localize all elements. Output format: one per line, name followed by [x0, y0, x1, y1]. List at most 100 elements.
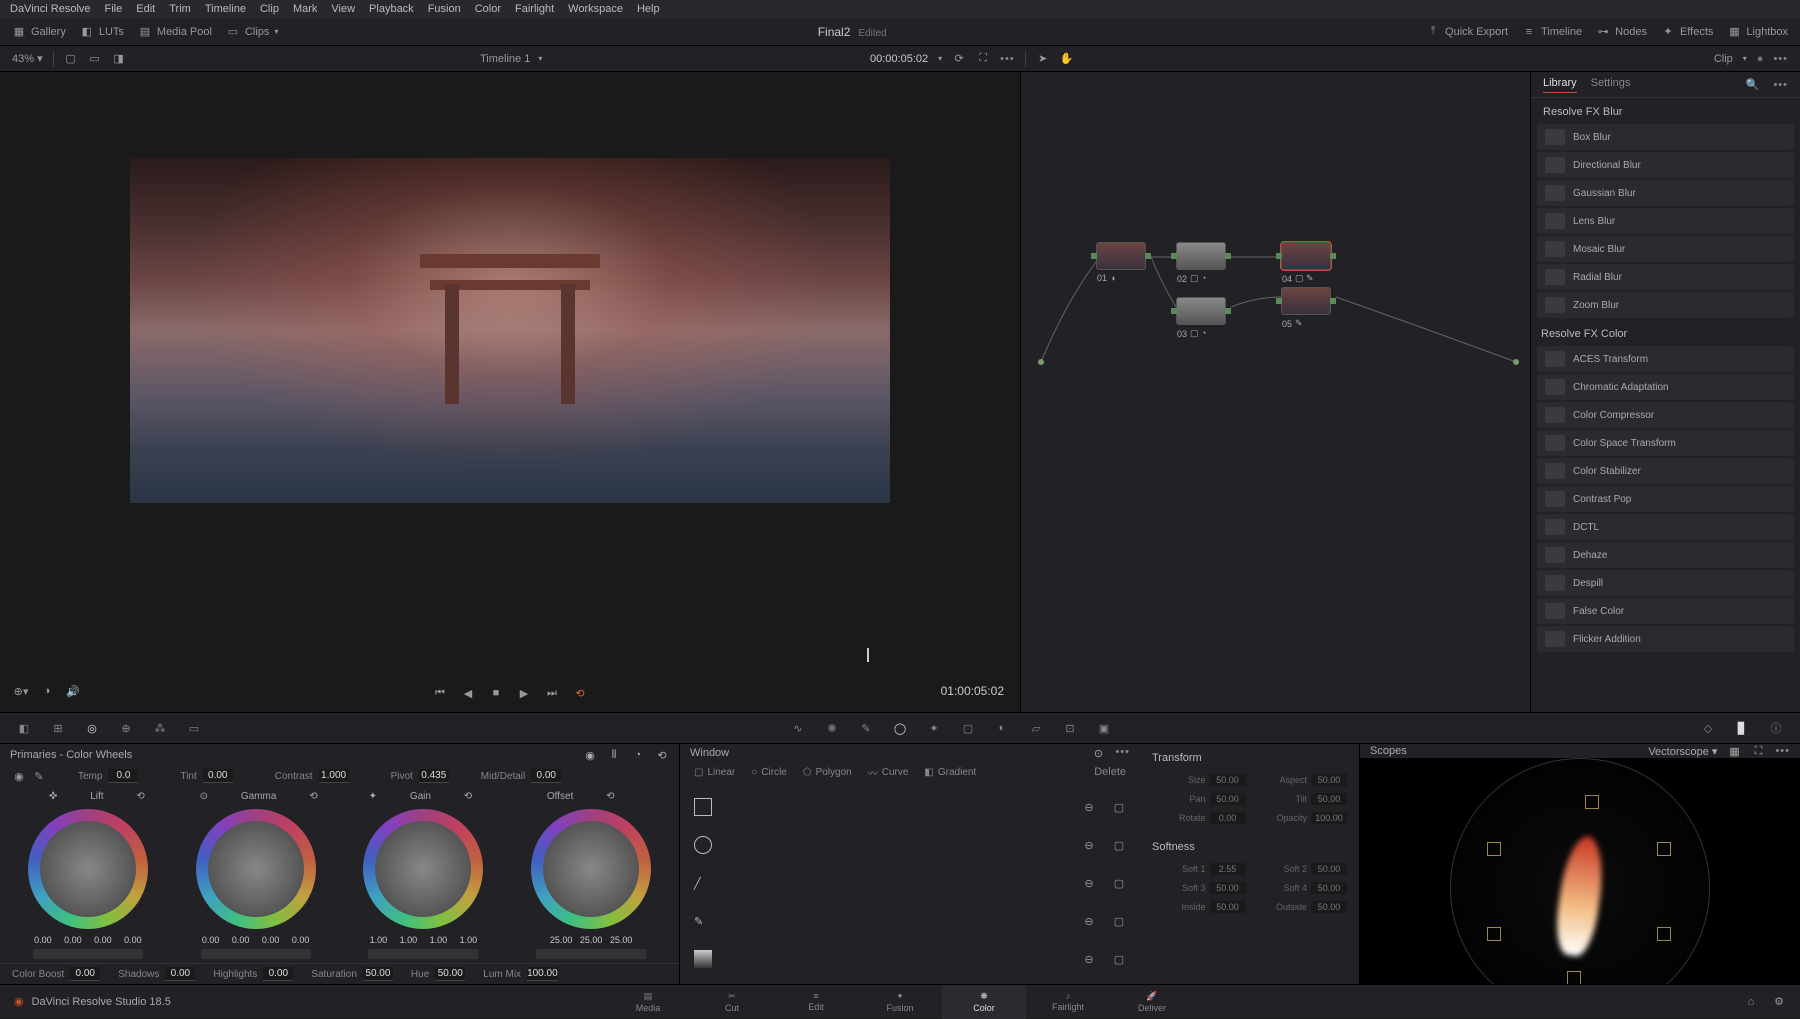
node-05[interactable]: 05 ✎ — [1281, 287, 1331, 315]
gamma-jog[interactable] — [201, 949, 311, 959]
menu-workspace[interactable]: Workspace — [568, 3, 623, 15]
win-more-icon[interactable]: ••• — [1115, 746, 1130, 760]
fairlight-page[interactable]: ♪Fairlight — [1026, 985, 1110, 1019]
gallery-button[interactable]: ▦Gallery — [12, 25, 66, 39]
invert-icon[interactable]: ⊖ — [1082, 876, 1096, 890]
picker-icon[interactable]: ◉ — [12, 769, 26, 783]
first-frame-button[interactable]: ⏮ — [431, 684, 449, 702]
blur-palette-icon[interactable]: ◐ — [992, 718, 1012, 738]
fx-cst[interactable]: Color Space Transform — [1537, 430, 1794, 456]
circle-button[interactable]: ○Circle — [751, 767, 787, 778]
lib-more-icon[interactable]: ••• — [1773, 79, 1788, 91]
invert-icon[interactable]: ⊖ — [1082, 800, 1096, 814]
scope-layout-icon[interactable]: ▦ — [1727, 744, 1741, 758]
menu-mark[interactable]: Mark — [293, 3, 317, 15]
lightbox-button[interactable]: ▦Lightbox — [1727, 25, 1788, 39]
window-row-curve[interactable]: ╱⊖▢ — [694, 864, 1126, 902]
3d-icon[interactable]: ▣ — [1094, 718, 1114, 738]
fx-contrastpop[interactable]: Contrast Pop — [1537, 486, 1794, 512]
menu-view[interactable]: View — [331, 3, 355, 15]
menu-timeline[interactable]: Timeline — [205, 3, 246, 15]
viewmode1-icon[interactable]: ▢ — [64, 52, 78, 66]
fx-flicker[interactable]: Flicker Addition — [1537, 626, 1794, 652]
clips-button[interactable]: ▭Clips▾ — [226, 25, 278, 39]
gamma-picker-icon[interactable]: ⊙ — [197, 789, 211, 803]
refresh-icon[interactable]: ⟳ — [952, 52, 966, 66]
gain-reset-icon[interactable]: ⟲ — [461, 789, 475, 803]
audio-icon[interactable]: 🔊 — [66, 684, 80, 698]
last-frame-button[interactable]: ⏭ — [543, 684, 561, 702]
fx-stabilizer[interactable]: Color Stabilizer — [1537, 458, 1794, 484]
menu-fusion[interactable]: Fusion — [428, 3, 461, 15]
gradient-button[interactable]: ◧Gradient — [924, 767, 976, 778]
viewmode3-icon[interactable]: ◨ — [112, 52, 126, 66]
viewer-image[interactable] — [0, 72, 1020, 648]
window-row-pen[interactable]: ✎⊖▢ — [694, 902, 1126, 940]
mask-icon[interactable]: ▢ — [1112, 876, 1126, 890]
node-graph[interactable]: 01 ◑ 02 ▢ ◔ 03 ▢ ◔ 04 ▢ ✎ 05 ✎ — [1020, 72, 1530, 712]
fx-gaussian-blur[interactable]: Gaussian Blur — [1537, 180, 1794, 206]
rotate-field[interactable]: 0.00 — [1210, 812, 1246, 824]
polygon-button[interactable]: ⬠Polygon — [803, 767, 852, 778]
search-icon[interactable]: 🔍 — [1745, 78, 1759, 92]
qualifier-icon[interactable]: ✎ — [856, 718, 876, 738]
scope-expand-icon[interactable]: ⛶ — [1751, 744, 1765, 758]
library-tab[interactable]: Library — [1543, 77, 1577, 93]
hand-icon[interactable]: ✋ — [1060, 52, 1074, 66]
curve-button[interactable]: 〰Curve — [868, 765, 909, 780]
fx-dctl[interactable]: DCTL — [1537, 514, 1794, 540]
hdr-icon[interactable]: ⊕ — [116, 718, 136, 738]
gamma-reset-icon[interactable]: ⟲ — [306, 789, 320, 803]
hue-field[interactable]: 50.00 — [435, 967, 465, 981]
window-icon[interactable]: ◯ — [890, 718, 910, 738]
play-button[interactable]: ▶ — [515, 684, 533, 702]
shadows-field[interactable]: 0.00 — [165, 967, 195, 981]
info-icon[interactable]: ⓘ — [1766, 718, 1786, 738]
settings-icon[interactable]: ⚙ — [1772, 995, 1786, 1009]
menu-playback[interactable]: Playback — [369, 3, 414, 15]
fx-dehaze[interactable]: Dehaze — [1537, 542, 1794, 568]
fusion-page[interactable]: ✦Fusion — [858, 985, 942, 1019]
scopes-icon[interactable]: ▊ — [1732, 718, 1752, 738]
log-mode-icon[interactable]: ◔ — [631, 748, 645, 762]
bars-mode-icon[interactable]: ⦀ — [607, 748, 621, 762]
luts-button[interactable]: ◧LUTs — [80, 25, 124, 39]
timecode-field[interactable]: 00:00:05:02 — [870, 53, 928, 65]
mask-icon[interactable]: ▢ — [1112, 914, 1126, 928]
tracking-icon[interactable]: ✦ — [924, 718, 944, 738]
contrast-field[interactable]: 1.000 — [319, 769, 349, 783]
pan-field[interactable]: 50.00 — [1210, 793, 1246, 805]
fx-falsecolor[interactable]: False Color — [1537, 598, 1794, 624]
tint-field[interactable]: 0.00 — [203, 769, 233, 783]
fx-compressor[interactable]: Color Compressor — [1537, 402, 1794, 428]
node-01[interactable]: 01 ◑ — [1096, 242, 1146, 270]
pivot-field[interactable]: 0.435 — [419, 769, 449, 783]
linear-button[interactable]: ▢Linear — [694, 767, 735, 778]
timeline-name[interactable]: Timeline 1 — [480, 53, 530, 65]
fx-chromatic[interactable]: Chromatic Adaptation — [1537, 374, 1794, 400]
reset-icon[interactable]: ⟲ — [655, 748, 669, 762]
gain-jog[interactable] — [368, 949, 478, 959]
offset-jog[interactable] — [536, 949, 646, 959]
lummix-field[interactable]: 100.00 — [527, 967, 558, 981]
key-icon[interactable]: ▱ — [1026, 718, 1046, 738]
tilt-field[interactable]: 50.00 — [1311, 793, 1347, 805]
soft1-field[interactable]: 2.55 — [1210, 863, 1246, 875]
split-icon[interactable]: ◑ — [40, 684, 54, 698]
delete-button[interactable]: Delete — [1094, 766, 1126, 778]
menu-file[interactable]: File — [105, 3, 123, 15]
effects-button[interactable]: ✦Effects — [1661, 25, 1713, 39]
color-page[interactable]: ❋Color — [942, 985, 1026, 1019]
lift-jog[interactable] — [33, 949, 143, 959]
node-03[interactable]: 03 ▢ ◔ — [1176, 297, 1226, 325]
fx-aces[interactable]: ACES Transform — [1537, 346, 1794, 372]
color-match-icon[interactable]: ⊞ — [48, 718, 68, 738]
menu-app[interactable]: DaVinci Resolve — [10, 3, 91, 15]
middetail-field[interactable]: 0.00 — [531, 769, 561, 783]
menu-edit[interactable]: Edit — [136, 3, 155, 15]
more-icon[interactable]: ••• — [1000, 53, 1015, 65]
fx-lens-blur[interactable]: Lens Blur — [1537, 208, 1794, 234]
win-opts-icon[interactable]: ⊙ — [1091, 746, 1105, 760]
highlights-field[interactable]: 0.00 — [263, 967, 293, 981]
fx-radial-blur[interactable]: Radial Blur — [1537, 264, 1794, 290]
